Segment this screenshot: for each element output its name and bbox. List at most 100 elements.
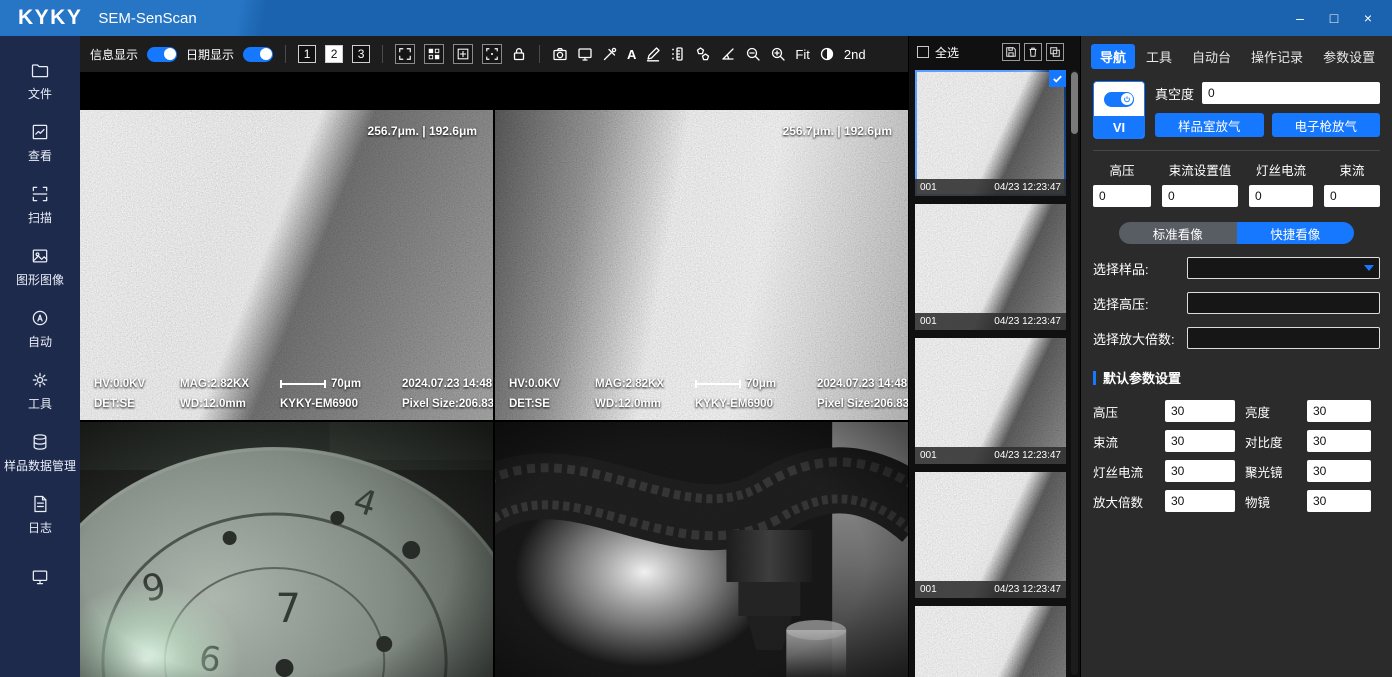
vent-chamber-button[interactable]: 样品室放气 xyxy=(1155,113,1264,137)
save-icon[interactable] xyxy=(1002,43,1020,61)
viewport-chamber-camera-2[interactable] xyxy=(495,422,908,677)
image-icon xyxy=(30,246,50,266)
second-display-button[interactable]: 2nd xyxy=(844,47,866,62)
display-icon[interactable] xyxy=(577,46,593,62)
hv-select-input[interactable] xyxy=(1187,292,1380,314)
thumbnail-actions xyxy=(1002,43,1064,61)
beam-current-input[interactable] xyxy=(1324,185,1380,207)
fit-button[interactable]: Fit xyxy=(795,47,809,62)
maximize-button[interactable]: □ xyxy=(1320,6,1348,30)
quick-imaging-button[interactable]: 快捷看像 xyxy=(1237,222,1355,244)
zoom-in-icon[interactable] xyxy=(770,46,786,62)
viewport-chamber-camera-1[interactable]: 4 7 9 6 xyxy=(80,422,493,677)
compare-icon[interactable] xyxy=(1046,43,1064,61)
sidebar-item-tools[interactable]: 工具 xyxy=(0,360,80,422)
vacuum-label: 真空度 xyxy=(1155,84,1194,103)
tab-navigation[interactable]: 导航 xyxy=(1091,44,1135,69)
scalebar-label: 70μm xyxy=(746,378,776,390)
dither-grid-icon[interactable] xyxy=(424,44,444,64)
detector-readout: DET:SE xyxy=(94,398,180,410)
default-beam-label: 束流 xyxy=(1093,432,1155,451)
layout-1-button[interactable]: 1 xyxy=(298,45,316,63)
zoom-out-icon[interactable] xyxy=(745,46,761,62)
chamber-stage-image: 4 7 9 6 xyxy=(80,422,493,677)
annotation-tools-icon[interactable] xyxy=(602,46,618,62)
minimize-button[interactable]: – xyxy=(1286,6,1314,30)
thumbnail-item[interactable]: 001 04/23 12:23:47 xyxy=(915,338,1066,464)
layout-2-button[interactable]: 2 xyxy=(325,45,343,63)
text-tool-icon[interactable]: A xyxy=(627,47,636,62)
sidebar-item-view[interactable]: 查看 xyxy=(0,112,80,174)
sidebar-item-image[interactable]: 图形图像 xyxy=(0,236,80,298)
sidebar-item-more[interactable] xyxy=(0,546,80,608)
date-display-toggle[interactable] xyxy=(243,47,273,62)
sample-dropdown[interactable] xyxy=(1187,257,1380,279)
pen-tool-icon[interactable] xyxy=(645,46,661,62)
default-condenser-input[interactable] xyxy=(1307,460,1371,482)
tab-tools[interactable]: 工具 xyxy=(1137,44,1181,69)
viewport-sem-2[interactable]: 256.7μm. | 192.6μm HV:0.0KV MAG:2.82KX 7… xyxy=(495,72,908,420)
sidebar-item-scan[interactable]: 扫描 xyxy=(0,174,80,236)
center-column: 信息显示 日期显示 1 2 3 A xyxy=(80,36,908,677)
hv-input[interactable] xyxy=(1093,185,1151,207)
tab-parameter-settings[interactable]: 参数设置 xyxy=(1314,44,1384,69)
thumbnail-time: 04/23 12:23:47 xyxy=(994,450,1061,461)
crosshair-box-icon[interactable] xyxy=(453,44,473,64)
sidebar-item-file[interactable]: 文件 xyxy=(0,50,80,112)
default-hv-input[interactable] xyxy=(1165,400,1235,422)
default-brightness-input[interactable] xyxy=(1307,400,1371,422)
sidebar-item-label: 日志 xyxy=(28,520,52,536)
default-mag-input[interactable] xyxy=(1165,490,1235,512)
vi-vacuum-button[interactable]: VI xyxy=(1093,81,1145,139)
thumbnail-shading xyxy=(915,70,1066,196)
filament-current-input[interactable] xyxy=(1249,185,1313,207)
info-display-toggle[interactable] xyxy=(147,47,177,62)
tab-auto-stage[interactable]: 自动台 xyxy=(1183,44,1240,69)
vent-gun-button[interactable]: 电子枪放气 xyxy=(1272,113,1381,137)
capture-camera-icon[interactable] xyxy=(552,46,568,62)
sidebar-item-sample-data[interactable]: 样品数据管理 xyxy=(0,422,80,484)
default-objective-input[interactable] xyxy=(1307,490,1371,512)
sidebar-item-auto[interactable]: 自动 xyxy=(0,298,80,360)
scrollbar-thumb[interactable] xyxy=(1071,72,1078,134)
vacuum-input[interactable] xyxy=(1202,82,1380,104)
default-filament-input[interactable] xyxy=(1165,460,1235,482)
thumbnail-item[interactable]: 001 04/23 12:23:47 xyxy=(915,70,1066,196)
select-all-checkbox[interactable] xyxy=(917,46,929,58)
thumbnail-item[interactable]: 001 04/23 12:23:47 xyxy=(915,204,1066,330)
sidebar-item-log[interactable]: 日志 xyxy=(0,484,80,546)
thumbnail-scrollbar[interactable] xyxy=(1071,70,1078,675)
toolbar-separator xyxy=(382,45,383,63)
lock-icon[interactable] xyxy=(511,46,527,62)
power-icon xyxy=(1123,95,1131,103)
beam-current-label: 束流 xyxy=(1324,160,1380,179)
ruler-measure-icon[interactable] xyxy=(670,46,686,62)
detector-readout: DET:SE xyxy=(509,398,595,410)
tab-operation-log[interactable]: 操作记录 xyxy=(1242,44,1312,69)
thumbnail-item[interactable]: 001 04/23 12:23:47 xyxy=(915,472,1066,598)
scalebar-line xyxy=(695,383,741,385)
default-contrast-input[interactable] xyxy=(1307,430,1371,452)
scan-icon xyxy=(30,184,50,204)
viewport-sem-1[interactable]: 256.7μm. | 192.6μm HV:0.0KV MAG:2.82KX 7… xyxy=(80,72,493,420)
thumbnail-item[interactable]: 001 04/23 12:23:47 xyxy=(915,606,1066,677)
close-button[interactable]: × xyxy=(1354,6,1382,30)
select-all-label: 全选 xyxy=(935,44,959,61)
layout-3-button[interactable]: 3 xyxy=(352,45,370,63)
expand-view-icon[interactable] xyxy=(395,44,415,64)
standard-imaging-button[interactable]: 标准看像 xyxy=(1119,222,1237,244)
default-beam-input[interactable] xyxy=(1165,430,1235,452)
vi-toggle[interactable] xyxy=(1104,92,1134,107)
thumbnail-id: 001 xyxy=(920,450,937,461)
delete-icon[interactable] xyxy=(1024,43,1042,61)
angle-measure-icon[interactable] xyxy=(720,46,736,62)
thumbnail-shading xyxy=(915,472,1066,598)
contrast-icon[interactable] xyxy=(819,46,835,62)
thumbnail-header: 全选 xyxy=(909,36,1080,68)
select-sample-row: 选择样品: xyxy=(1093,257,1380,279)
mag-select-input[interactable] xyxy=(1187,327,1380,349)
scalebar-label: 70μm xyxy=(331,378,361,390)
center-marker-icon[interactable] xyxy=(482,44,502,64)
shapes-icon[interactable] xyxy=(695,46,711,62)
beam-set-input[interactable] xyxy=(1162,185,1238,207)
